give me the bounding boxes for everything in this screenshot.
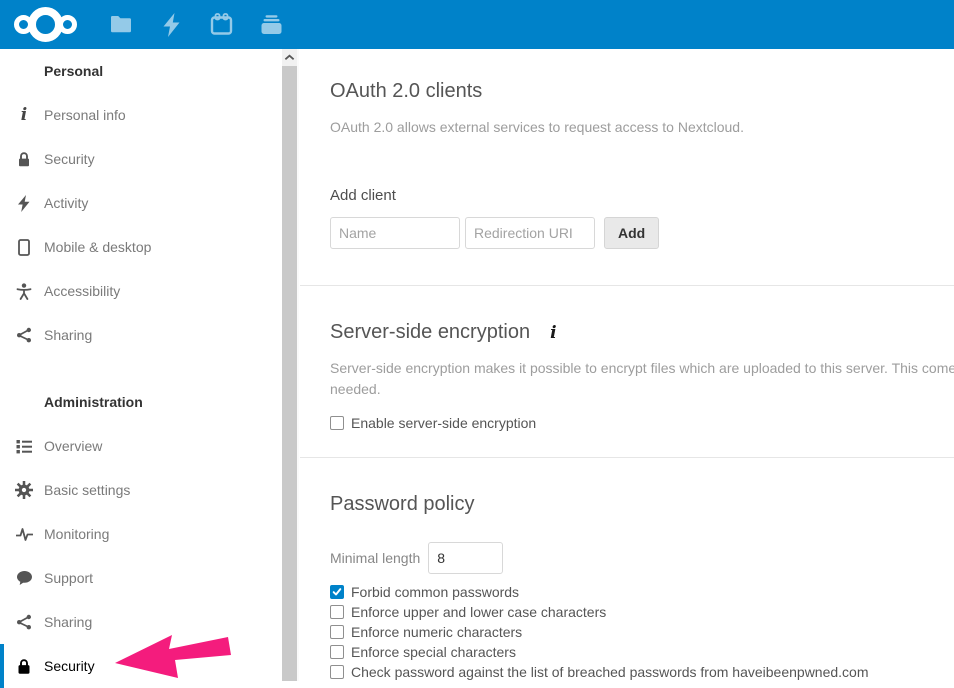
calendar-icon[interactable] bbox=[196, 0, 246, 49]
lock-icon bbox=[15, 151, 33, 168]
redirection-uri-input[interactable] bbox=[465, 217, 595, 249]
encryption-section: Server-side encryptioni Server-side encr… bbox=[300, 285, 954, 457]
encryption-description: Server-side encryption makes it possible… bbox=[330, 358, 954, 400]
policy-row-upper-lower: Enforce upper and lower case characters bbox=[330, 602, 954, 622]
nextcloud-logo[interactable] bbox=[0, 7, 92, 42]
sidebar-item-support[interactable]: Support bbox=[0, 556, 282, 600]
sidebar-item-personal-info[interactable]: i Personal info bbox=[0, 93, 282, 137]
info-icon: i bbox=[15, 107, 33, 124]
policy-row-special: Enforce special characters bbox=[330, 642, 954, 662]
person-icon bbox=[15, 283, 33, 300]
info-icon[interactable]: i bbox=[550, 323, 556, 343]
bolt-icon bbox=[15, 195, 33, 212]
sidebar-item-security-personal[interactable]: Security bbox=[0, 137, 282, 181]
client-name-input[interactable] bbox=[330, 217, 460, 249]
minimal-length-label: Minimal length bbox=[330, 550, 420, 566]
sidebar-section-administration: Administration bbox=[0, 380, 282, 424]
minimal-length-input[interactable] bbox=[428, 542, 503, 574]
activity-icon[interactable] bbox=[146, 0, 196, 49]
share-icon bbox=[15, 614, 33, 630]
chevron-up-icon[interactable] bbox=[282, 49, 297, 66]
sidebar-scrollbar[interactable] bbox=[282, 49, 299, 681]
policy-row-numeric: Enforce numeric characters bbox=[330, 622, 954, 642]
encryption-title: Server-side encryptioni bbox=[330, 320, 954, 345]
enable-encryption-label: Enable server-side encryption bbox=[351, 415, 536, 431]
upper-lower-checkbox[interactable] bbox=[330, 605, 344, 619]
sidebar-section-personal: Personal bbox=[0, 49, 282, 93]
scrollbar-thumb[interactable] bbox=[282, 66, 297, 681]
sidebar-section-gap bbox=[0, 357, 282, 380]
list-icon bbox=[15, 439, 33, 454]
enable-encryption-checkbox[interactable] bbox=[330, 416, 344, 430]
pulse-icon bbox=[15, 526, 33, 542]
logo-ring-right bbox=[58, 15, 77, 34]
encryption-description-line2: needed. bbox=[330, 379, 954, 400]
files-folder-icon[interactable] bbox=[96, 0, 146, 49]
add-client-form: Add bbox=[330, 217, 954, 249]
minimal-length-row: Minimal length bbox=[330, 542, 954, 574]
sidebar-item-mobile-desktop[interactable]: Mobile & desktop bbox=[0, 225, 282, 269]
sidebar-item-activity[interactable]: Activity bbox=[0, 181, 282, 225]
encryption-description-line1: Server-side encryption makes it possible… bbox=[330, 358, 954, 379]
add-client-button[interactable]: Add bbox=[604, 217, 659, 249]
top-header-bar bbox=[0, 0, 954, 49]
hibp-checkbox[interactable] bbox=[330, 665, 344, 679]
policy-row-hibp: Check password against the list of breac… bbox=[330, 662, 954, 681]
sidebar-item-accessibility[interactable]: Accessibility bbox=[0, 269, 282, 313]
sidebar-item-basic-settings[interactable]: Basic settings bbox=[0, 468, 282, 512]
enable-encryption-row: Enable server-side encryption bbox=[330, 413, 954, 433]
share-icon bbox=[15, 327, 33, 343]
lock-icon bbox=[15, 658, 33, 675]
deck-icon[interactable] bbox=[246, 0, 296, 49]
gear-icon bbox=[15, 481, 33, 499]
app-menu bbox=[96, 0, 296, 49]
oauth-description: OAuth 2.0 allows external services to re… bbox=[330, 117, 954, 138]
settings-content: OAuth 2.0 clients OAuth 2.0 allows exter… bbox=[300, 49, 954, 681]
password-policy-section: Password policy Minimal length Forbid co… bbox=[300, 457, 954, 681]
policy-row-forbid-common: Forbid common passwords bbox=[330, 582, 954, 602]
sidebar-item-sharing-personal[interactable]: Sharing bbox=[0, 313, 282, 357]
add-client-heading: Add client bbox=[330, 187, 954, 204]
oauth-title: OAuth 2.0 clients bbox=[330, 79, 954, 103]
numeric-checkbox[interactable] bbox=[330, 625, 344, 639]
forbid-common-checkbox[interactable] bbox=[330, 585, 344, 599]
phone-icon bbox=[15, 239, 33, 256]
password-policy-title: Password policy bbox=[330, 492, 954, 516]
special-chars-checkbox[interactable] bbox=[330, 645, 344, 659]
speech-bubble-icon bbox=[15, 570, 33, 586]
password-policy-options: Forbid common passwords Enforce upper an… bbox=[330, 582, 954, 681]
settings-sidebar: Personal i Personal info Security Activi… bbox=[0, 49, 282, 681]
sidebar-item-security-admin[interactable]: Security bbox=[0, 644, 282, 688]
sidebar-item-sharing-admin[interactable]: Sharing bbox=[0, 600, 282, 644]
sidebar-item-overview[interactable]: Overview bbox=[0, 424, 282, 468]
sidebar-item-monitoring[interactable]: Monitoring bbox=[0, 512, 282, 556]
oauth-section: OAuth 2.0 clients OAuth 2.0 allows exter… bbox=[300, 49, 954, 285]
